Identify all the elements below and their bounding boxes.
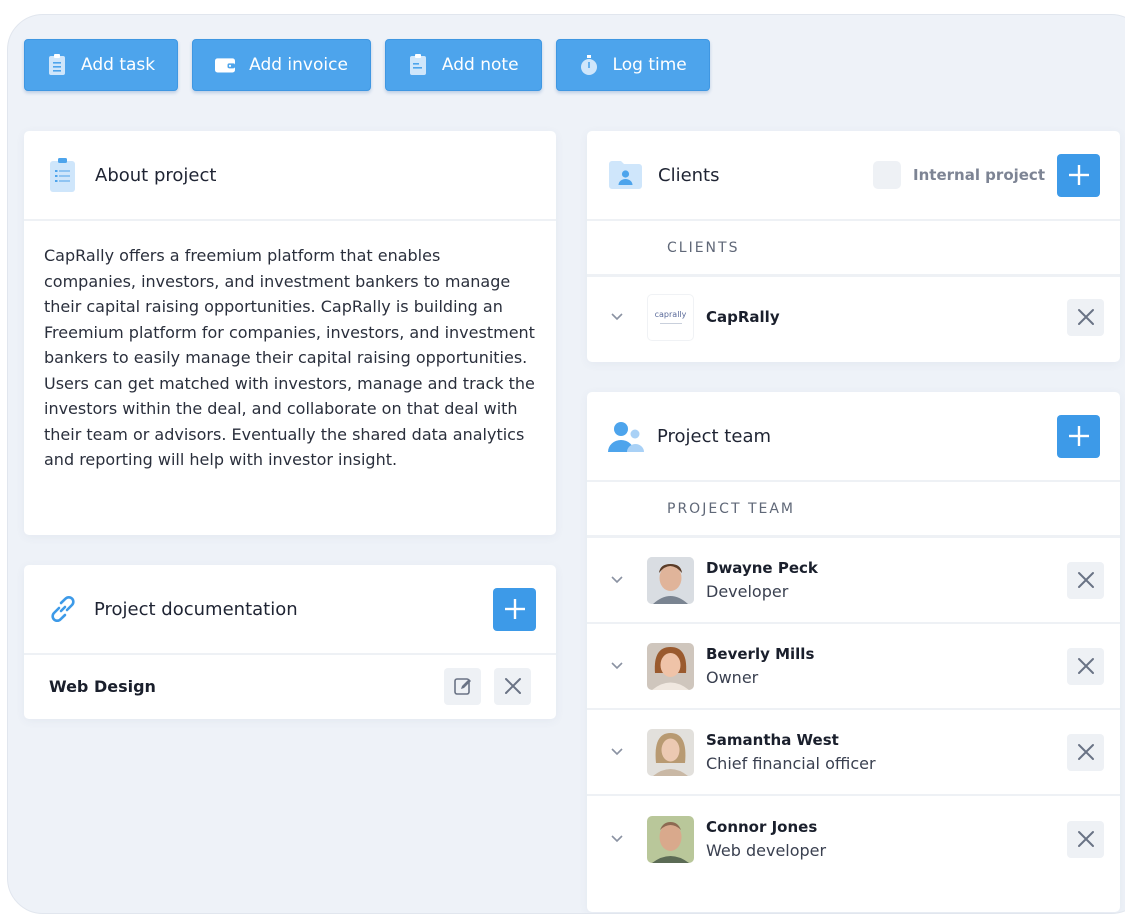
clients-card: Clients Internal project CLIENTS caprall… [587, 131, 1120, 362]
close-icon [1077, 571, 1095, 589]
clients-section-label: CLIENTS [587, 221, 1120, 277]
log-time-button[interactable]: Log time [555, 39, 710, 91]
add-invoice-button[interactable]: Add invoice [192, 39, 371, 91]
remove-team-member-button[interactable] [1067, 561, 1104, 599]
client-logo-underline [659, 323, 682, 324]
team-member-role: Owner [706, 668, 759, 687]
add-note-button[interactable]: Add note [384, 39, 542, 91]
team-member-name: Connor Jones [706, 818, 818, 836]
close-icon [1077, 743, 1095, 761]
clients-title: Clients [658, 164, 720, 186]
avatar [647, 556, 694, 604]
plus-icon [1068, 425, 1090, 447]
close-icon [1077, 830, 1095, 848]
team-member-name: Dwayne Peck [706, 559, 818, 577]
internal-project-toggle: Internal project [873, 153, 1100, 197]
project-team-card: Project team PROJECT TEAM Dwayne Peck De… [587, 392, 1120, 912]
documentation-header: Project documentation [24, 565, 556, 655]
about-project-card: About project CapRally offers a freemium… [24, 131, 556, 535]
add-team-member-button[interactable] [1057, 414, 1100, 458]
add-invoice-label: Add invoice [249, 55, 348, 75]
documentation-item[interactable]: Web Design [24, 655, 556, 717]
add-note-label: Add note [441, 55, 519, 75]
remove-client-button[interactable] [1067, 298, 1104, 336]
chevron-down-icon[interactable] [587, 748, 647, 756]
note-icon [408, 54, 428, 76]
team-member-info: Beverly Mills Owner [706, 645, 814, 687]
about-project-title: About project [95, 164, 217, 186]
remove-documentation-button[interactable] [494, 667, 531, 705]
avatar [647, 728, 694, 776]
client-logo-text: caprally [654, 310, 687, 319]
wallet-icon [215, 54, 236, 76]
remove-team-member-button[interactable] [1067, 733, 1104, 771]
team-member-info: Connor Jones Web developer [706, 818, 826, 860]
internal-project-label: Internal project [913, 166, 1045, 184]
chevron-down-icon[interactable] [587, 835, 647, 843]
log-time-label: Log time [612, 55, 687, 75]
add-documentation-button[interactable] [493, 587, 536, 631]
team-member-info: Samantha West Chief financial officer [706, 731, 876, 773]
app-frame: Add task Add invoice Add note Log time A… [7, 14, 1125, 914]
link-icon [48, 594, 78, 624]
remove-team-member-button[interactable] [1067, 820, 1104, 858]
add-task-button[interactable]: Add task [24, 39, 179, 91]
team-member-row[interactable]: Samantha West Chief financial officer [587, 710, 1120, 796]
team-member-role: Developer [706, 582, 789, 601]
documentation-title: Project documentation [94, 598, 298, 620]
action-toolbar: Add task Add invoice Add note Log time [24, 39, 710, 91]
close-icon [504, 677, 522, 695]
team-member-role: Web developer [706, 841, 827, 860]
team-member-role: Chief financial officer [706, 754, 876, 773]
client-logo: caprally [647, 293, 694, 341]
project-team-section-label: PROJECT TEAM [587, 482, 1120, 538]
chevron-down-icon[interactable] [587, 576, 647, 584]
close-icon [1077, 308, 1095, 326]
project-team-header: Project team [587, 392, 1120, 482]
clipboard-icon [50, 158, 75, 192]
client-name: CapRally [706, 308, 780, 326]
plus-icon [504, 598, 526, 620]
team-member-row[interactable]: Connor Jones Web developer [587, 796, 1120, 882]
internal-project-checkbox[interactable] [873, 161, 902, 189]
add-task-label: Add task [81, 55, 156, 75]
documentation-item-name: Web Design [49, 676, 156, 696]
team-member-row[interactable]: Beverly Mills Owner [587, 624, 1120, 710]
about-project-description: CapRally offers a freemium platform that… [44, 246, 535, 469]
chevron-down-icon[interactable] [587, 313, 647, 321]
remove-team-member-button[interactable] [1067, 647, 1104, 685]
team-member-info: Dwayne Peck Developer [706, 559, 818, 601]
team-icon [607, 420, 645, 452]
avatar [647, 642, 694, 690]
team-member-row[interactable]: Dwayne Peck Developer [587, 538, 1120, 624]
avatar [647, 815, 694, 863]
clients-header: Clients Internal project [587, 131, 1120, 221]
project-documentation-card: Project documentation Web Design [24, 565, 556, 719]
team-member-name: Samantha West [706, 731, 839, 749]
stopwatch-icon [579, 54, 599, 76]
clipboard-icon [47, 54, 67, 76]
project-team-title: Project team [657, 425, 772, 447]
team-member-name: Beverly Mills [706, 645, 815, 663]
client-folder-icon [609, 161, 642, 189]
chevron-down-icon[interactable] [587, 662, 647, 670]
about-project-header: About project [24, 131, 556, 221]
plus-icon [1068, 164, 1090, 186]
pencil-icon [453, 676, 473, 696]
close-icon [1077, 657, 1095, 675]
add-client-button[interactable] [1057, 153, 1100, 197]
edit-documentation-button[interactable] [444, 667, 481, 705]
client-row[interactable]: caprally CapRally [587, 277, 1120, 357]
